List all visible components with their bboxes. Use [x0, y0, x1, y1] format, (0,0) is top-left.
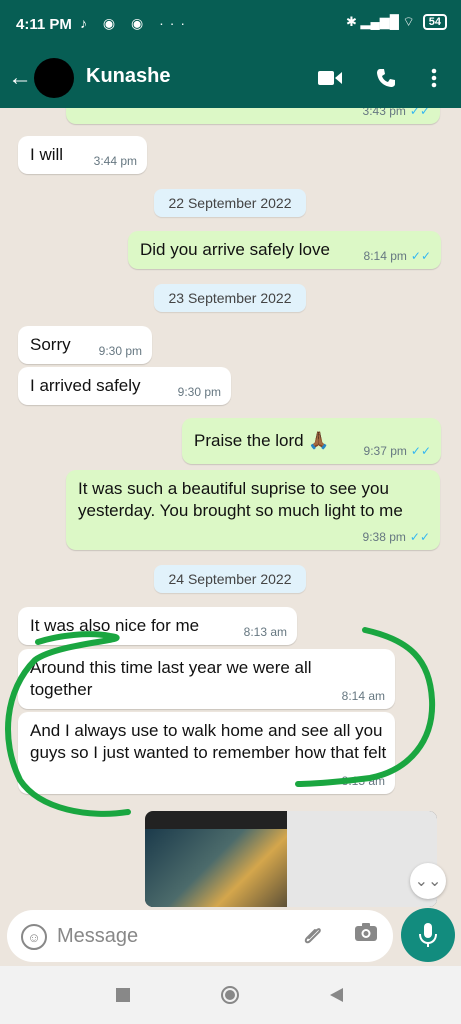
message-time: 9:30 pm: [177, 385, 221, 399]
message-bubble[interactable]: Around this time last year we were all t…: [18, 649, 395, 709]
notification-icons: ♪ ◉ ◉ ···: [80, 15, 192, 31]
message-bubble[interactable]: Did you arrive safely love 8:14 pm ✓✓: [128, 231, 441, 269]
back-arrow-icon[interactable]: ←: [8, 64, 32, 92]
system-icons: ✱ ▂▄▆█ ⌔ 54: [346, 14, 447, 30]
message-input[interactable]: Message: [57, 925, 138, 948]
message-text: Praise the lord 🙏🏾: [194, 431, 330, 450]
home-button[interactable]: [220, 985, 240, 1010]
contact-avatar[interactable]: [34, 58, 74, 98]
message-time: 9:37 pm ✓✓: [363, 444, 431, 458]
microphone-icon: [419, 923, 437, 947]
status-bar: 4:11 PM ♪ ◉ ◉ ··· ✱ ▂▄▆█ ⌔ 54: [0, 0, 461, 52]
voice-message-button[interactable]: [401, 908, 455, 962]
more-options-icon[interactable]: [420, 64, 448, 92]
chat-header: ← Kunashe: [0, 52, 461, 108]
message-time: 3:44 pm: [93, 154, 137, 168]
message-time: 9:30 pm: [98, 344, 142, 358]
camera-icon[interactable]: [354, 922, 378, 948]
voice-call-icon[interactable]: [372, 64, 400, 92]
message-text: It was such a beautiful suprise to see y…: [78, 479, 403, 520]
message-bubble[interactable]: And I always use to walk home and see al…: [18, 712, 395, 794]
date-separator: 22 September 2022: [154, 189, 306, 217]
message-bubble[interactable]: I will 3:44 pm: [18, 136, 147, 174]
message-text: Did you arrive safely love: [140, 240, 330, 259]
message-time: 8:14 pm ✓✓: [363, 249, 431, 263]
date-separator: 23 September 2022: [154, 284, 306, 312]
message-time: 8:14 am: [341, 689, 385, 703]
message-text: I arrived safely: [30, 376, 141, 395]
image-message[interactable]: [145, 811, 437, 907]
message-text: And I always use to walk home and see al…: [30, 721, 387, 762]
read-ticks-icon: ✓✓: [409, 530, 430, 544]
emoji-icon[interactable]: ☺: [21, 924, 47, 950]
video-call-icon[interactable]: [316, 64, 344, 92]
message-input-bar[interactable]: ☺ Message: [7, 910, 393, 962]
message-bubble[interactable]: I arrived safely 9:30 pm: [18, 367, 231, 405]
contact-name[interactable]: Kunashe: [86, 65, 170, 88]
message-bubble[interactable]: Sorry 9:30 pm: [18, 326, 152, 364]
android-nav-bar: [0, 966, 461, 1024]
date-separator: 24 September 2022: [154, 565, 306, 593]
message-bubble[interactable]: It was also nice for me 8:13 am: [18, 607, 297, 645]
message-time: 3:43 pm ✓✓: [363, 108, 430, 118]
back-button[interactable]: [328, 987, 344, 1008]
attach-icon[interactable]: [302, 924, 324, 952]
status-time: 4:11 PM: [16, 16, 72, 33]
message-time: 8:15 am: [341, 774, 385, 788]
message-time: 8:13 am: [243, 625, 287, 639]
read-ticks-icon: ✓✓: [409, 108, 430, 118]
message-text: It was also nice for me: [30, 616, 200, 635]
read-ticks-icon: ✓✓: [410, 444, 431, 458]
message-time: 9:38 pm ✓✓: [362, 530, 430, 544]
read-ticks-icon: ✓✓: [410, 249, 431, 263]
chevron-down-icon: ⌄⌄: [414, 873, 442, 890]
scroll-down-button[interactable]: ⌄⌄: [410, 863, 446, 899]
recents-button[interactable]: [116, 988, 130, 1002]
chat-area[interactable]: 3:43 pm ✓✓ I will 3:44 pm 22 September 20…: [0, 108, 461, 908]
signal-icons: ✱ ▂▄▆█ ⌔: [345, 14, 415, 29]
message-text: Sorry: [30, 335, 71, 354]
message-bubble[interactable]: It was such a beautiful suprise to see y…: [66, 470, 440, 550]
message-bubble[interactable]: Praise the lord 🙏🏾 9:37 pm ✓✓: [182, 418, 441, 464]
message-text: Around this time last year we were all t…: [30, 658, 312, 699]
message-text: I will: [30, 145, 64, 164]
battery-icon: 54: [422, 14, 447, 30]
message-bubble[interactable]: 3:43 pm ✓✓: [66, 108, 440, 124]
